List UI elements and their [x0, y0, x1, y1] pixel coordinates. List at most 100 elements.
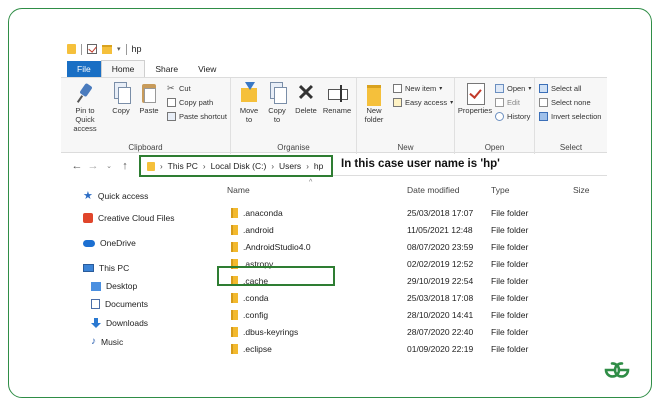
pin-label: Pin to Quick access: [73, 106, 97, 133]
new-group-label: New: [397, 143, 414, 152]
navigation-row: ← → ⌄ ↑ › This PC › Local Disk (C:) › Us…: [61, 155, 607, 177]
copy-icon: [112, 82, 131, 104]
tab-home[interactable]: Home: [100, 60, 146, 77]
file-explorer-window: ▾ hp File Home Share View Pin to Quick a…: [61, 39, 607, 379]
edit-button[interactable]: Edit: [495, 98, 520, 107]
address-underline: [333, 175, 607, 176]
select-none-button[interactable]: Select none: [539, 98, 591, 107]
new-folder-button[interactable]: New folder: [361, 82, 387, 124]
file-date: 02/02/2019 12:52: [407, 259, 474, 269]
file-name: .config: [243, 310, 269, 320]
address-bar[interactable]: › This PC › Local Disk (C:) › Users › hp: [139, 155, 333, 177]
tab-view[interactable]: View: [188, 61, 226, 77]
history-button[interactable]: History: [495, 112, 530, 121]
divider: [81, 43, 82, 55]
rename-label: Rename: [322, 106, 352, 115]
properties-quick-icon[interactable]: [87, 44, 97, 54]
rename-icon: [327, 82, 348, 104]
tab-file[interactable]: File: [67, 61, 101, 77]
forward-arrow-icon[interactable]: →: [85, 160, 101, 172]
copy-button[interactable]: Copy: [109, 82, 133, 115]
paste-shortcut-label: Paste shortcut: [179, 112, 227, 121]
organise-group: Move to Copy to ✕ Delete Rename Organise: [231, 78, 357, 154]
file-name: .android: [243, 225, 274, 235]
organise-group-label: Organise: [277, 143, 310, 152]
title-bar: ▾ hp: [61, 39, 607, 59]
column-header-size[interactable]: Size: [573, 185, 590, 195]
breadcrumb-hp[interactable]: hp: [314, 161, 323, 171]
file-date: 28/07/2020 22:40: [407, 327, 474, 337]
file-name: .anaconda: [243, 208, 283, 218]
properties-button[interactable]: Properties: [457, 82, 493, 115]
table-row[interactable]: .config 28/10/2020 14:41 File folder: [221, 307, 607, 323]
back-arrow-icon[interactable]: ←: [69, 160, 85, 172]
select-all-button[interactable]: Select all: [539, 84, 581, 93]
customize-toolbar-chevron-icon[interactable]: ▾: [117, 45, 121, 53]
nav-quick-access[interactable]: ★ Quick access: [83, 189, 148, 202]
edit-label: Edit: [507, 98, 520, 107]
table-row[interactable]: .AndroidStudio4.0 08/07/2020 23:59 File …: [221, 239, 607, 255]
breadcrumb-local-disk[interactable]: Local Disk (C:): [211, 161, 267, 171]
nav-label: Documents: [105, 299, 148, 309]
folder-icon: [231, 327, 238, 337]
cut-button[interactable]: ✂ Cut: [167, 84, 191, 94]
nav-music[interactable]: ♪ Music: [91, 336, 123, 347]
nav-creative-cloud[interactable]: Creative Cloud Files: [83, 213, 175, 223]
open-group: Properties Open ▾ Edit History Open: [455, 78, 535, 154]
table-row[interactable]: .android 11/05/2021 12:48 File folder: [221, 222, 607, 238]
file-date: 01/09/2020 22:19: [407, 344, 474, 354]
delete-button[interactable]: ✕ Delete: [293, 82, 319, 116]
nav-documents[interactable]: Documents: [91, 299, 148, 309]
open-button[interactable]: Open ▾: [495, 84, 531, 93]
nav-downloads[interactable]: Downloads: [91, 318, 148, 328]
new-folder-quick-icon[interactable]: [102, 44, 112, 54]
column-header-date[interactable]: Date modified: [407, 185, 459, 195]
column-header-type[interactable]: Type: [491, 185, 509, 195]
folder-icon: [147, 161, 155, 171]
recent-chevron-down-icon[interactable]: ⌄: [101, 162, 117, 170]
file-type: File folder: [491, 259, 529, 269]
nav-desktop[interactable]: Desktop: [91, 281, 137, 291]
file-type: File folder: [491, 327, 529, 337]
new-group: New folder New item ▾ Easy access ▾ New: [357, 78, 455, 154]
window-title: hp: [131, 44, 142, 54]
nav-label: Creative Cloud Files: [98, 213, 175, 223]
properties-icon: [465, 82, 485, 105]
file-type: File folder: [491, 208, 529, 218]
ribbon-tabs: File Home Share View: [67, 60, 226, 77]
copy-path-button[interactable]: Copy path: [167, 98, 213, 107]
chevron-right-icon: ›: [271, 161, 274, 171]
move-to-button[interactable]: Move to: [237, 82, 261, 124]
nav-label: Quick access: [97, 190, 149, 201]
new-item-button[interactable]: New item ▾: [393, 84, 442, 93]
tab-share[interactable]: Share: [145, 61, 188, 77]
invert-selection-label: Invert selection: [551, 112, 602, 121]
document-icon: [91, 299, 100, 309]
desktop-icon: [91, 281, 101, 291]
column-header-name[interactable]: Name: [227, 185, 250, 195]
breadcrumb-users[interactable]: Users: [279, 161, 301, 171]
up-arrow-icon[interactable]: ↑: [117, 160, 133, 172]
invert-selection-button[interactable]: Invert selection: [539, 112, 601, 121]
table-row[interactable]: .anaconda 25/03/2018 17:07 File folder: [221, 205, 607, 221]
table-row[interactable]: .dbus-keyrings 28/07/2020 22:40 File fol…: [221, 324, 607, 340]
easy-access-button[interactable]: Easy access ▾: [393, 98, 453, 107]
nav-label: Downloads: [106, 318, 149, 328]
chevron-right-icon: ›: [202, 161, 206, 171]
easy-access-icon: [393, 98, 402, 107]
history-icon: [495, 112, 504, 121]
nav-label: This PC: [99, 263, 130, 273]
ribbon: Pin to Quick access Copy Paste ✂ Cut Cop…: [61, 77, 607, 154]
table-row[interactable]: .conda 25/03/2018 17:08 File folder: [221, 290, 607, 306]
rename-button[interactable]: Rename: [321, 82, 353, 115]
open-icon: [495, 84, 504, 93]
paste-button[interactable]: Paste: [137, 82, 161, 115]
copy-to-button[interactable]: Copy to: [265, 82, 289, 124]
pin-to-quick-access-button[interactable]: Pin to Quick access: [65, 82, 105, 133]
table-row[interactable]: .eclipse 01/09/2020 22:19 File folder: [221, 341, 607, 357]
nav-onedrive[interactable]: OneDrive: [83, 238, 136, 248]
breadcrumb-this-pc[interactable]: This PC: [168, 161, 198, 171]
paste-shortcut-button[interactable]: Paste shortcut: [167, 112, 227, 121]
nav-this-pc[interactable]: This PC: [83, 263, 129, 273]
file-name: .conda: [243, 293, 269, 303]
